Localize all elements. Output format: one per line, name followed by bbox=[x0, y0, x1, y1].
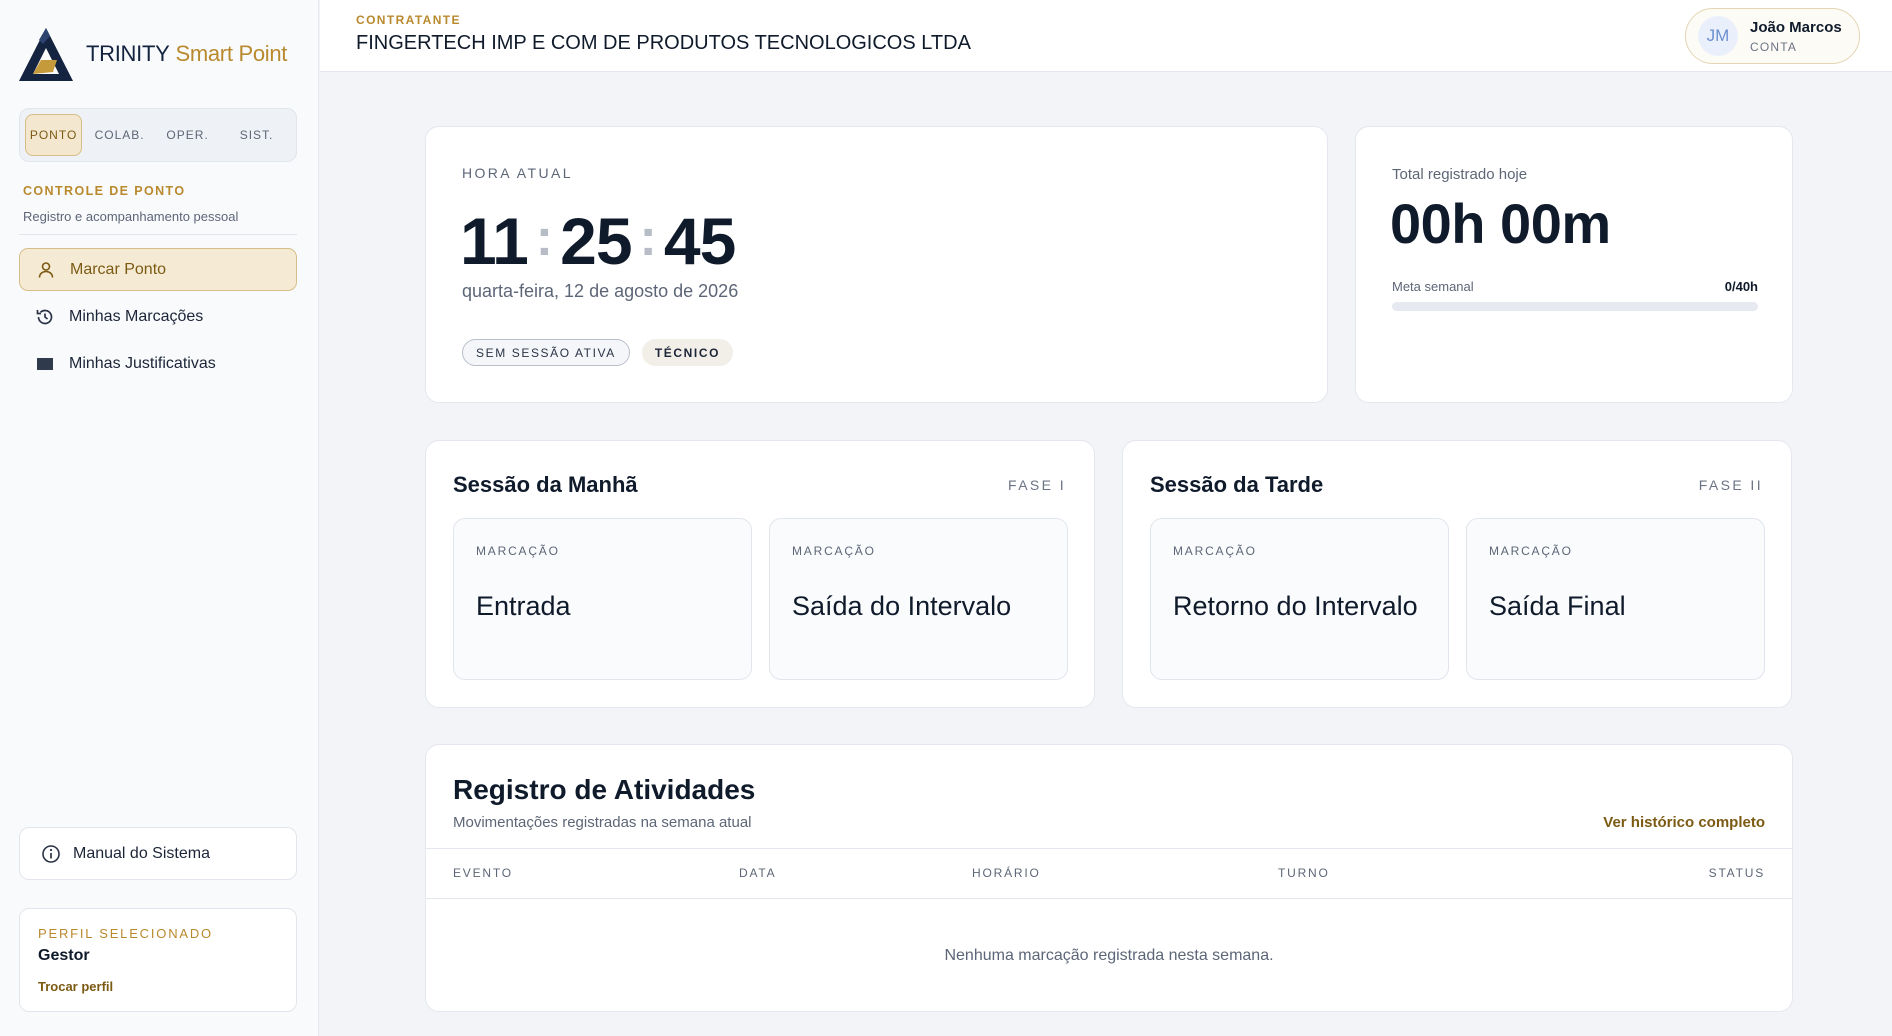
user-info: João Marcos CONTA bbox=[1750, 19, 1842, 54]
switch-profile-link[interactable]: Trocar perfil bbox=[38, 979, 278, 994]
sidebar-item-label: Minhas Marcações bbox=[69, 307, 204, 325]
history-icon bbox=[35, 307, 55, 327]
mark-retorno-intervalo-button[interactable]: MARCAÇÃO Retorno do Intervalo bbox=[1150, 518, 1449, 680]
session-phase: FASE II bbox=[1698, 477, 1763, 493]
sidebar: TRINITY Smart Point PONTO COLAB. OPER. SI… bbox=[0, 0, 319, 1036]
weekly-goal-value: 0/40h bbox=[1724, 279, 1758, 294]
weekly-goal-progress bbox=[1392, 302, 1758, 311]
mark-label: MARCAÇÃO bbox=[792, 544, 876, 558]
total-value: 00h 00m bbox=[1390, 192, 1611, 255]
brand-name: TRINITY Smart Point bbox=[86, 41, 287, 67]
table-divider bbox=[426, 848, 1792, 849]
user-name: João Marcos bbox=[1750, 18, 1842, 36]
afternoon-session-card: Sessão da Tarde FASE II MARCAÇÃO Retorno… bbox=[1122, 440, 1792, 708]
column-header-status[interactable]: STATUS bbox=[1709, 866, 1765, 880]
module-tabs: PONTO COLAB. OPER. SIST. bbox=[19, 108, 297, 162]
sidebar-item-label: Marcar Ponto bbox=[70, 260, 167, 278]
column-header-evento[interactable]: EVENTO bbox=[453, 866, 513, 880]
role-badge: TÉCNICO bbox=[641, 339, 734, 366]
mark-saida-final-button[interactable]: MARCAÇÃO Saída Final bbox=[1466, 518, 1765, 680]
mark-saida-intervalo-button[interactable]: MARCAÇÃO Saída do Intervalo bbox=[769, 518, 1068, 680]
column-header-data[interactable]: DATA bbox=[739, 866, 776, 880]
session-phase: FASE I bbox=[1008, 477, 1066, 493]
brand-name-primary: TRINITY bbox=[86, 41, 170, 66]
clock-separator: : bbox=[535, 209, 553, 267]
clock-card: HORA ATUAL 11 : 25 : 45 quarta-feira, 12… bbox=[425, 126, 1328, 403]
top-header: CONTRATANTE FINGERTECH IMP E COM DE PROD… bbox=[320, 0, 1892, 72]
session-status-badge: SEM SESSÃO ATIVA bbox=[462, 339, 630, 366]
clock-seconds: 45 bbox=[663, 204, 736, 278]
manual-button[interactable]: Manual do Sistema bbox=[19, 827, 297, 880]
tab-sist[interactable]: SIST. bbox=[222, 114, 291, 156]
activity-title: Registro de Atividades bbox=[453, 774, 756, 805]
column-header-turno[interactable]: TURNO bbox=[1278, 866, 1330, 880]
info-icon bbox=[41, 844, 61, 864]
profile-value: Gestor bbox=[38, 947, 90, 964]
tab-colab[interactable]: COLAB. bbox=[86, 114, 153, 156]
current-time: 11 : 25 : 45 bbox=[460, 203, 736, 279]
profile-card: PERFIL SELECIONADO Gestor Trocar perfil bbox=[19, 908, 297, 1012]
mark-label: MARCAÇÃO bbox=[1173, 544, 1257, 558]
mark-label: MARCAÇÃO bbox=[1489, 544, 1573, 558]
activity-subtitle: Movimentações registradas na semana atua… bbox=[453, 814, 752, 831]
user-menu[interactable]: JM João Marcos CONTA bbox=[1685, 8, 1860, 64]
user-role: CONTA bbox=[1750, 39, 1798, 54]
column-header-horario[interactable]: HORÁRIO bbox=[972, 866, 1041, 880]
contractor-name: FINGERTECH IMP E COM DE PRODUTOS TECNOLO… bbox=[356, 32, 971, 54]
section-subtitle: Registro e acompanhamento pessoal bbox=[23, 209, 239, 224]
mark-name: Saída Final bbox=[1489, 591, 1626, 621]
total-label: Total registrado hoje bbox=[1392, 166, 1528, 183]
tab-oper[interactable]: OPER. bbox=[157, 114, 218, 156]
document-icon bbox=[35, 354, 55, 374]
manual-button-label: Manual do Sistema bbox=[73, 844, 210, 862]
weekly-goal-label: Meta semanal bbox=[1392, 279, 1474, 294]
session-title: Sessão da Manhã bbox=[453, 472, 638, 497]
brand[interactable]: TRINITY Smart Point bbox=[19, 26, 287, 82]
clock-label: HORA ATUAL bbox=[462, 165, 573, 181]
mark-name: Entrada bbox=[476, 591, 571, 621]
current-date: quarta-feira, 12 de agosto de 2026 bbox=[462, 281, 739, 301]
user-icon bbox=[36, 260, 56, 280]
clock-minutes: 25 bbox=[560, 204, 632, 278]
session-title: Sessão da Tarde bbox=[1150, 472, 1324, 497]
sidebar-item-marcar-ponto[interactable]: Marcar Ponto bbox=[19, 248, 297, 291]
avatar: JM bbox=[1698, 16, 1738, 56]
empty-state: Nenhuma marcação registrada nesta semana… bbox=[944, 947, 1274, 964]
full-history-link[interactable]: Ver histórico completo bbox=[1603, 814, 1765, 831]
mark-label: MARCAÇÃO bbox=[476, 544, 560, 558]
table-divider bbox=[426, 898, 1792, 899]
sidebar-item-minhas-justificativas[interactable]: Minhas Justificativas bbox=[19, 342, 297, 385]
contractor-label: CONTRATANTE bbox=[356, 13, 461, 27]
section-title: CONTROLE DE PONTO bbox=[23, 184, 186, 198]
activity-card: Registro de Atividades Movimentações reg… bbox=[425, 744, 1793, 1012]
mark-entrada-button[interactable]: MARCAÇÃO Entrada bbox=[453, 518, 752, 680]
weekly-goal-row: Meta semanal 0/40h bbox=[1392, 279, 1758, 294]
brand-name-secondary: Smart Point bbox=[175, 41, 288, 66]
tab-ponto[interactable]: PONTO bbox=[25, 114, 83, 156]
trinity-logo-icon bbox=[19, 28, 73, 81]
profile-label: PERFIL SELECIONADO bbox=[38, 926, 213, 941]
mark-name: Retorno do Intervalo bbox=[1173, 591, 1418, 621]
mark-name: Saída do Intervalo bbox=[792, 591, 1012, 621]
sidebar-item-label: Minhas Justificativas bbox=[69, 354, 216, 372]
sidebar-item-minhas-marcacoes[interactable]: Minhas Marcações bbox=[19, 295, 297, 338]
morning-session-card: Sessão da Manhã FASE I MARCAÇÃO Entrada … bbox=[425, 440, 1095, 708]
clock-separator: : bbox=[639, 209, 657, 267]
total-card: Total registrado hoje 00h 00m Meta seman… bbox=[1355, 126, 1793, 403]
clock-hours: 11 bbox=[460, 204, 529, 278]
sidebar-divider bbox=[19, 234, 297, 235]
status-chips: SEM SESSÃO ATIVA TÉCNICO bbox=[462, 339, 734, 366]
